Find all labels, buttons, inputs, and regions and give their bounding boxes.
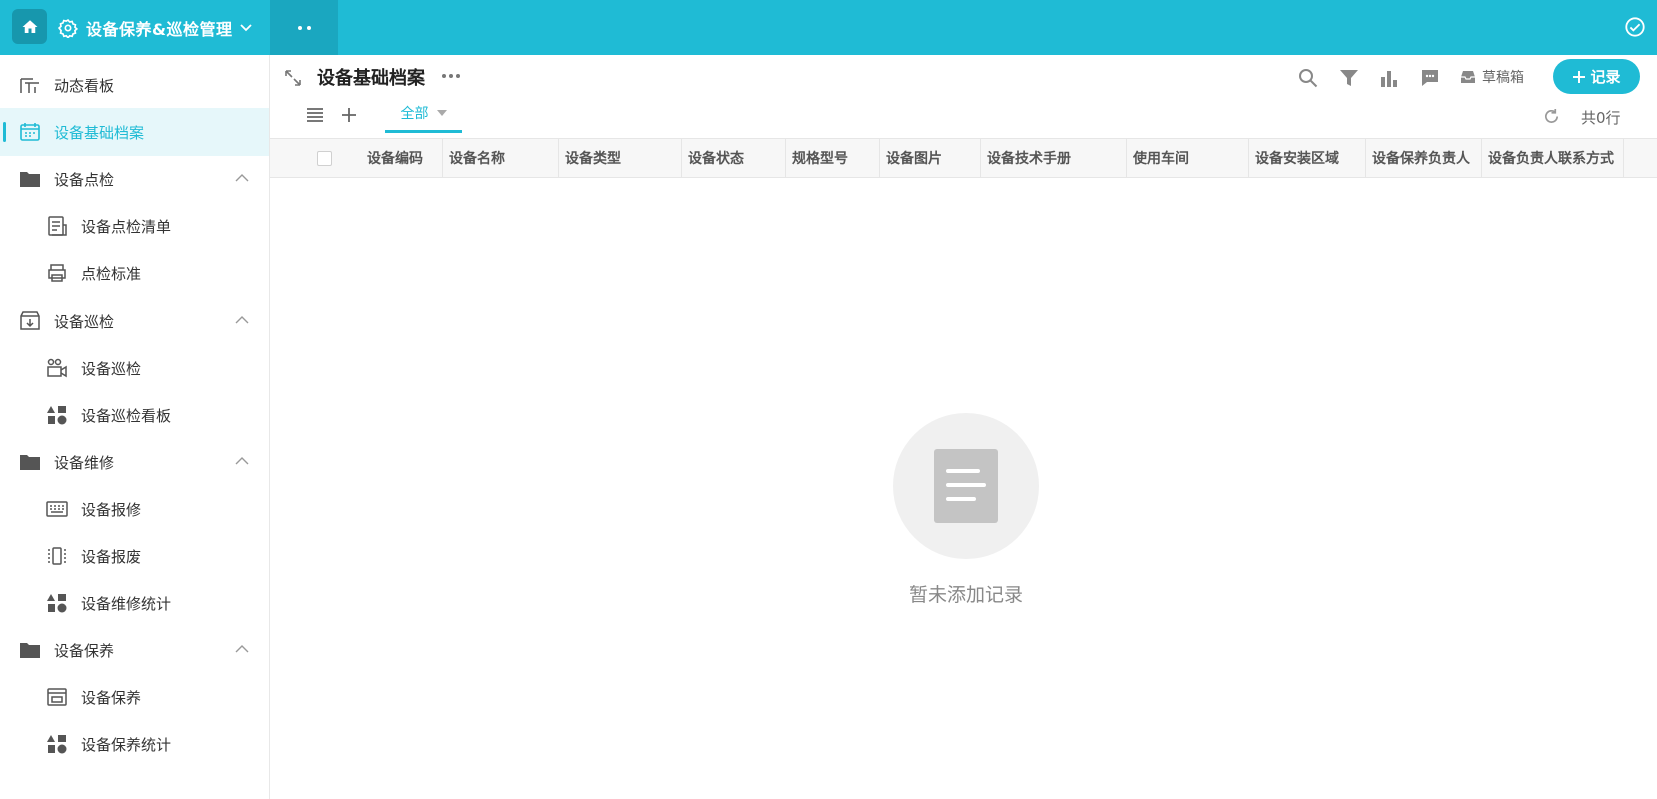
- sidebar-item-label: 设备巡检看板: [81, 406, 172, 425]
- chevron-up-icon: [235, 645, 249, 653]
- sidebar-item-patrol[interactable]: 设备巡检: [0, 344, 269, 392]
- sidebar-group-repair[interactable]: 设备维修: [0, 438, 269, 486]
- add-record-button[interactable]: 记录: [1553, 59, 1640, 94]
- sidebar-item-label: 设备点检: [54, 170, 115, 189]
- column-header[interactable]: 设备编码: [347, 139, 443, 177]
- list-doc-icon: [48, 216, 67, 236]
- printer-icon: [48, 264, 66, 282]
- tab-all[interactable]: 全部: [385, 95, 462, 133]
- sidebar-item-equipment-archive[interactable]: 设备基础档案: [0, 108, 269, 156]
- more-options-button[interactable]: [442, 74, 460, 78]
- column-header[interactable]: 设备保养负责人: [1366, 139, 1482, 177]
- refresh-icon[interactable]: [1543, 108, 1560, 125]
- chevron-up-icon: [235, 457, 249, 465]
- column-header[interactable]: 规格型号: [786, 139, 880, 177]
- row-count: 共0行: [1581, 109, 1621, 127]
- folder-icon: [20, 643, 40, 658]
- sidebar-item-label: 设备报修: [81, 500, 142, 519]
- sidebar-item-repair-report[interactable]: 设备报修: [0, 485, 269, 533]
- more-apps-button[interactable]: [270, 0, 338, 55]
- calendar-icon: [20, 123, 40, 141]
- sidebar-item-dashboard[interactable]: 动态看板: [0, 61, 269, 109]
- shapes-icon: [47, 735, 67, 754]
- sidebar: 动态看板 设备基础档案 设备点检 设备点检清单 点检标准 设备巡检 设备巡检 设…: [0, 55, 270, 799]
- sidebar-group-maintenance[interactable]: 设备保养: [0, 626, 269, 674]
- column-header[interactable]: 设备名称: [443, 139, 559, 177]
- chevron-up-icon: [235, 316, 249, 324]
- sidebar-group-inspection[interactable]: 设备点检: [0, 155, 269, 203]
- filter-icon[interactable]: [1338, 67, 1360, 89]
- bar-chart-icon[interactable]: [1378, 67, 1400, 89]
- home-button[interactable]: [12, 9, 47, 44]
- caret-down-icon: [436, 109, 447, 116]
- app-title: 设备保养&巡检管理: [86, 19, 233, 39]
- page-title: 设备基础档案: [317, 68, 425, 89]
- sidebar-item-label: 设备基础档案: [54, 123, 145, 142]
- chevron-down-icon: [240, 23, 253, 31]
- column-header[interactable]: 设备负责人联系方式: [1482, 139, 1624, 177]
- search-icon[interactable]: [1297, 67, 1319, 89]
- sidebar-item-label: 设备保养: [81, 688, 142, 707]
- gear-icon: [58, 18, 78, 38]
- sidebar-item-label: 设备点检清单: [81, 217, 172, 236]
- sidebar-item-scrap[interactable]: 设备报废: [0, 532, 269, 580]
- top-bar: 设备保养&巡检管理: [0, 0, 1657, 55]
- calendar-box-icon: [47, 688, 67, 706]
- sidebar-item-label: 设备维修统计: [81, 594, 172, 613]
- check-circle-icon[interactable]: [1624, 16, 1646, 38]
- empty-state-text: 暂未添加记录: [908, 584, 1023, 606]
- chevron-up-icon: [235, 174, 249, 182]
- column-header[interactable]: 设备类型: [559, 139, 682, 177]
- column-header[interactable]: 使用车间: [1127, 139, 1249, 177]
- sidebar-item-label: 设备报废: [81, 547, 142, 566]
- sidebar-item-label: 点检标准: [81, 264, 142, 283]
- expand-icon[interactable]: [284, 69, 302, 87]
- folder-icon: [20, 172, 40, 187]
- keyboard-icon: [46, 501, 68, 517]
- document-icon: [934, 449, 998, 523]
- sidebar-item-label: 设备保养: [54, 641, 115, 660]
- list-menu-icon[interactable]: [306, 107, 324, 123]
- empty-state-illustration: [893, 413, 1039, 559]
- sidebar-item-label: 设备维修: [54, 453, 115, 472]
- sidebar-item-inspection-standard[interactable]: 点检标准: [0, 249, 269, 297]
- sidebar-item-label: 设备巡检: [54, 312, 115, 331]
- sidebar-item-label: 设备保养统计: [81, 735, 172, 754]
- drafts-button[interactable]: 草稿箱: [1460, 67, 1524, 87]
- video-camera-icon: [47, 358, 67, 378]
- home-icon: [22, 19, 37, 33]
- table-header: 设备编码 设备名称 设备类型 设备状态 规格型号 设备图片 设备技术手册 使用车…: [270, 138, 1657, 178]
- device-icon: [48, 547, 66, 565]
- inbox-icon: [1461, 71, 1475, 83]
- select-all-checkbox[interactable]: [317, 151, 332, 166]
- comment-icon[interactable]: [1419, 67, 1441, 89]
- sidebar-group-patrol[interactable]: 设备巡检: [0, 297, 269, 345]
- sidebar-item-patrol-board[interactable]: 设备巡检看板: [0, 391, 269, 439]
- sidebar-item-maintenance-stats[interactable]: 设备保养统计: [0, 720, 269, 768]
- sidebar-item-repair-stats[interactable]: 设备维修统计: [0, 579, 269, 627]
- inbox-download-icon: [20, 311, 40, 330]
- add-view-icon[interactable]: [340, 106, 358, 124]
- shapes-icon: [47, 594, 67, 613]
- add-record-label: 记录: [1590, 68, 1621, 86]
- column-header[interactable]: 设备安装区域: [1249, 139, 1366, 177]
- folder-icon: [20, 455, 40, 470]
- main-content: 设备基础档案 草稿箱 记录 全部 共0行 设备编码 设备名称 设备类型 设备状态…: [270, 55, 1657, 799]
- sidebar-item-maintenance[interactable]: 设备保养: [0, 673, 269, 721]
- dashboard-icon: [20, 78, 39, 93]
- tab-all-label: 全部: [400, 105, 429, 122]
- app-switcher[interactable]: 设备保养&巡检管理: [58, 0, 253, 55]
- sidebar-item-label: 设备巡检: [81, 359, 142, 378]
- column-header[interactable]: 设备状态: [682, 139, 786, 177]
- plus-icon: [1573, 70, 1586, 83]
- shapes-icon: [47, 406, 67, 425]
- sidebar-item-inspection-list[interactable]: 设备点检清单: [0, 202, 269, 250]
- column-header[interactable]: 设备图片: [880, 139, 981, 177]
- sidebar-item-label: 动态看板: [54, 76, 115, 95]
- column-header[interactable]: 设备技术手册: [981, 139, 1127, 177]
- drafts-label: 草稿箱: [1482, 70, 1524, 86]
